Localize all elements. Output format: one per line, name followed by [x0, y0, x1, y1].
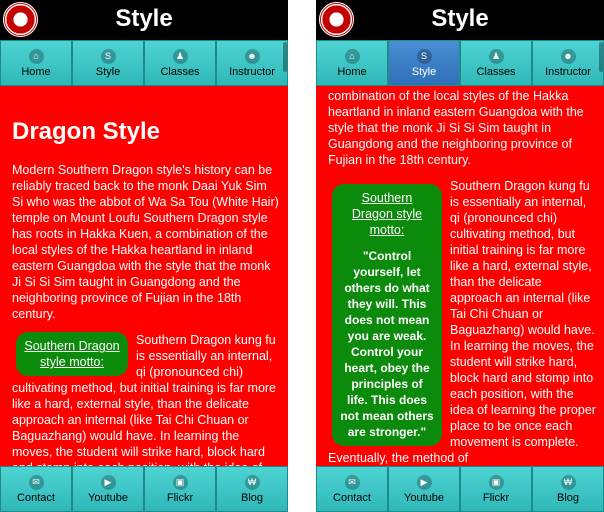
nav-label: Flickr	[166, 491, 194, 504]
youtube-icon: ▶	[100, 474, 116, 490]
instructor-icon: ☻	[244, 48, 260, 64]
nav-youtube[interactable]: ▶ Youtube	[72, 466, 144, 512]
bell-icon: ♟	[488, 48, 504, 64]
motto-quote: "Control yourself, let others do what th…	[340, 249, 434, 439]
nav-blog[interactable]: ₩ Blog	[532, 466, 604, 512]
nav-style[interactable]: S Style	[72, 40, 144, 86]
app-header: Style	[316, 0, 604, 40]
bottom-nav: ✉ Contact ▶ Youtube ▣ Flickr ₩ Blog	[0, 466, 288, 512]
home-icon: ⌂	[28, 48, 44, 64]
main-content: Dragon Style Modern Southern Dragon styl…	[12, 118, 280, 512]
nav-label: Classes	[476, 65, 516, 78]
nav-label: Classes	[160, 65, 200, 78]
top-nav: ⌂ Home S Style ♟ Classes ☻ Instructor	[0, 40, 288, 86]
nav-label: Blog	[556, 491, 580, 504]
nav-classes[interactable]: ♟ Classes	[144, 40, 216, 86]
header-title: Style	[115, 5, 173, 32]
bell-icon: ♟	[172, 48, 188, 64]
instructor-icon: ☻	[560, 48, 576, 64]
bottom-nav: ✉ Contact ▶ Youtube ▣ Flickr ₩ Blog	[316, 466, 604, 512]
nav-label: Home	[337, 65, 367, 78]
scrollbar[interactable]	[599, 42, 603, 72]
blog-icon: ₩	[560, 474, 576, 490]
mail-icon: ✉	[344, 474, 360, 490]
nav-label: Instructor	[229, 65, 275, 78]
mail-icon: ✉	[28, 474, 44, 490]
nav-contact[interactable]: ✉ Contact	[316, 466, 388, 512]
phone-screen-left: Dragon Style Modern Southern Dragon styl…	[0, 0, 288, 512]
motto-title[interactable]: Southern Dragon style motto:	[340, 190, 434, 238]
flickr-icon: ▣	[172, 474, 188, 490]
app-header: Style	[0, 0, 288, 40]
motto-title[interactable]: Southern Dragon style motto:	[24, 338, 120, 370]
nav-flickr[interactable]: ▣ Flickr	[460, 466, 532, 512]
motto-box: Southern Dragon style motto: "Control yo…	[332, 184, 442, 446]
nav-label: Youtube	[88, 491, 128, 504]
youtube-icon: ▶	[416, 474, 432, 490]
nav-label: Flickr	[482, 491, 510, 504]
nav-instructor[interactable]: ☻ Instructor	[532, 40, 604, 86]
intro-paragraph: Modern Southern Dragon style's history c…	[12, 163, 279, 321]
nav-label: Style	[411, 65, 437, 78]
intro-paragraph-tail: combination of the local styles of the H…	[328, 89, 584, 167]
nav-instructor[interactable]: ☻ Instructor	[216, 40, 288, 86]
main-content: combination of the local styles of the H…	[328, 88, 596, 476]
flickr-icon: ▣	[488, 474, 504, 490]
nav-label: Contact	[333, 491, 371, 504]
motto-box: Southern Dragon style motto:	[16, 332, 128, 376]
nav-style[interactable]: S Style	[388, 40, 460, 86]
nav-youtube[interactable]: ▶ Youtube	[388, 466, 460, 512]
nav-label: Contact	[17, 491, 55, 504]
nav-blog[interactable]: ₩ Blog	[216, 466, 288, 512]
style-icon: S	[416, 48, 432, 64]
nav-classes[interactable]: ♟ Classes	[460, 40, 532, 86]
top-nav: ⌂ Home S Style ♟ Classes ☻ Instructor	[316, 40, 604, 86]
blog-icon: ₩	[244, 474, 260, 490]
nav-label: Blog	[240, 491, 264, 504]
nav-label: Instructor	[545, 65, 591, 78]
nav-flickr[interactable]: ▣ Flickr	[144, 466, 216, 512]
nav-contact[interactable]: ✉ Contact	[0, 466, 72, 512]
nav-label: Youtube	[404, 491, 444, 504]
nav-label: Home	[21, 65, 51, 78]
header-title: Style	[431, 5, 489, 32]
style-icon: S	[100, 48, 116, 64]
scrollbar[interactable]	[283, 42, 287, 72]
nav-label: Style	[95, 65, 121, 78]
page-heading: Dragon Style	[12, 118, 161, 145]
nav-home[interactable]: ⌂ Home	[0, 40, 72, 86]
nav-home[interactable]: ⌂ Home	[316, 40, 388, 86]
home-icon: ⌂	[344, 48, 360, 64]
phone-screen-right: combination of the local styles of the H…	[316, 0, 604, 512]
